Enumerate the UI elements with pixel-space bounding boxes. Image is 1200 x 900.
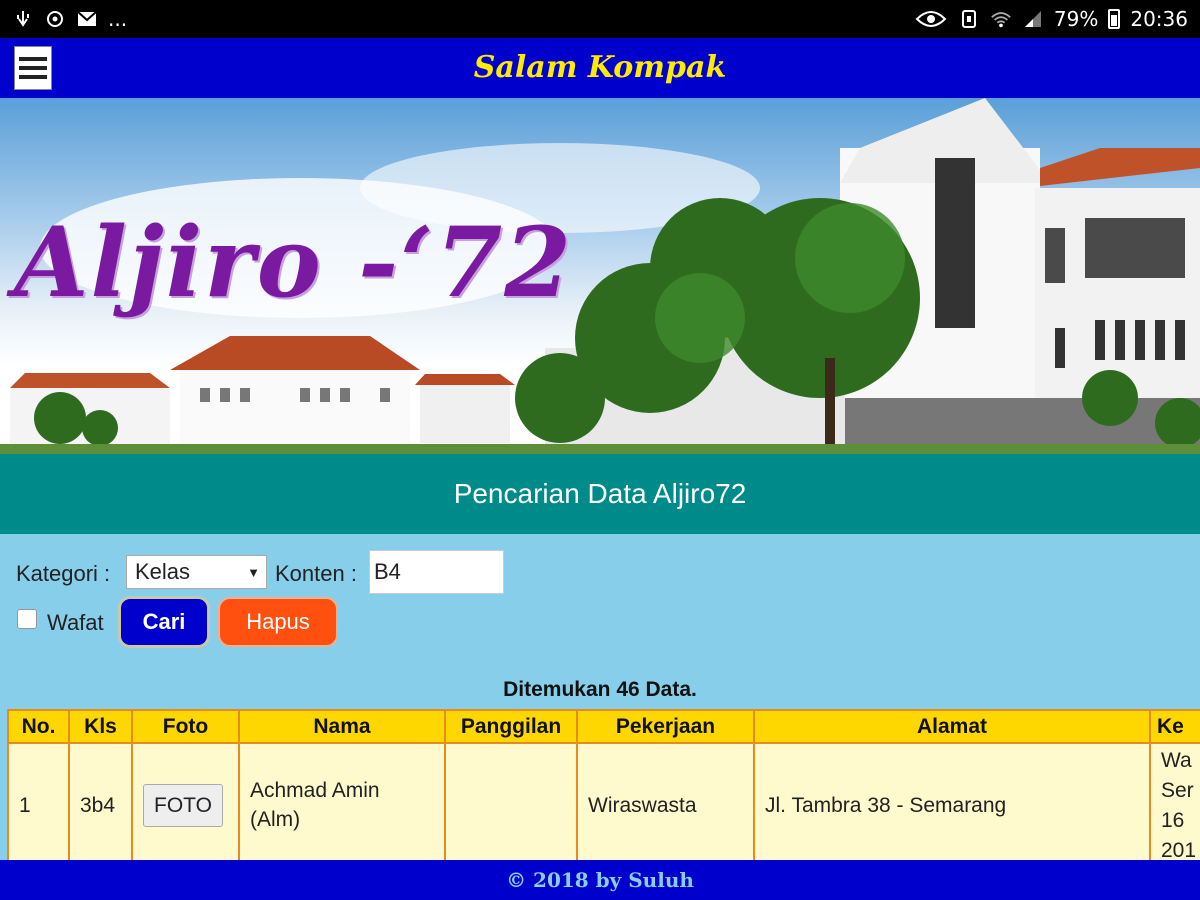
app-title: Salam Kompak <box>473 50 727 85</box>
column-header-pekerjaan: Pekerjaan <box>576 709 755 744</box>
result-count: Ditemukan 46 Data. <box>503 678 697 701</box>
banner-image: Aljiro -‘72 <box>0 98 1200 454</box>
cell-pekerjaan: Wiraswasta <box>576 742 755 860</box>
results-table-container[interactable]: No. Kls Foto Nama Panggilan Pekerjaan Al… <box>7 709 1200 860</box>
dropdown-arrow-icon: ▼ <box>247 565 260 580</box>
column-header-alamat: Alamat <box>753 709 1151 744</box>
sync-icon <box>44 8 66 30</box>
cell-nama: Achmad Amin (Alm) <box>238 742 446 860</box>
foto-button[interactable]: FOTO <box>143 783 223 827</box>
konten-label: Konten : <box>275 561 357 586</box>
nfc-icon <box>958 8 980 30</box>
battery-percent: 79% <box>1053 7 1099 31</box>
column-header-kls: Kls <box>68 709 133 744</box>
banner-title: Aljiro -‘72 <box>14 206 574 319</box>
wifi-icon <box>990 8 1012 30</box>
status-bar-left: ... <box>12 7 127 31</box>
eye-icon <box>914 8 948 30</box>
kategori-selected-value: Kelas <box>135 559 191 584</box>
cell-foto: FOTO <box>131 742 240 860</box>
clock: 20:36 <box>1130 7 1188 31</box>
cari-button[interactable]: Cari <box>118 596 210 648</box>
cell-kls: 3b4 <box>68 742 133 860</box>
kategori-select[interactable]: Kelas ▼ <box>126 555 267 589</box>
konten-input[interactable] <box>369 550 504 594</box>
cell-alamat: Jl. Tambra 38 - Semarang <box>753 742 1151 860</box>
cell-ke: Wa Ser 16 201 <box>1149 742 1200 860</box>
column-header-foto: Foto <box>131 709 240 744</box>
table-row: 1 3b4 FOTO Achmad Amin (Alm) Wiraswasta … <box>7 742 1200 860</box>
notifications-more: ... <box>108 7 128 31</box>
wafat-label: Wafat <box>47 610 104 635</box>
usb-icon <box>12 8 34 30</box>
column-header-ke: Ke <box>1149 709 1200 744</box>
column-header-nama: Nama <box>238 709 446 744</box>
wafat-checkbox[interactable] <box>17 609 37 629</box>
battery-icon <box>1108 9 1121 29</box>
section-title: Pencarian Data Aljiro72 <box>0 454 1200 534</box>
mail-icon <box>76 8 98 30</box>
signal-icon <box>1022 8 1044 30</box>
table-header-row: No. Kls Foto Nama Panggilan Pekerjaan Al… <box>7 709 1200 744</box>
cell-no: 1 <box>7 742 70 860</box>
status-bar: ... 79% 20:36 <box>0 0 1200 38</box>
column-header-panggilan: Panggilan <box>444 709 578 744</box>
app-header: Salam Kompak <box>0 38 1200 98</box>
column-header-no: No. <box>7 709 70 744</box>
kategori-label: Kategori : <box>16 561 111 586</box>
results-table: No. Kls Foto Nama Panggilan Pekerjaan Al… <box>7 709 1200 860</box>
cell-panggilan <box>444 742 578 860</box>
hapus-button[interactable]: Hapus <box>218 597 338 647</box>
status-bar-right: 79% 20:36 <box>914 7 1188 31</box>
footer: © 2018 by Suluh <box>0 860 1200 900</box>
